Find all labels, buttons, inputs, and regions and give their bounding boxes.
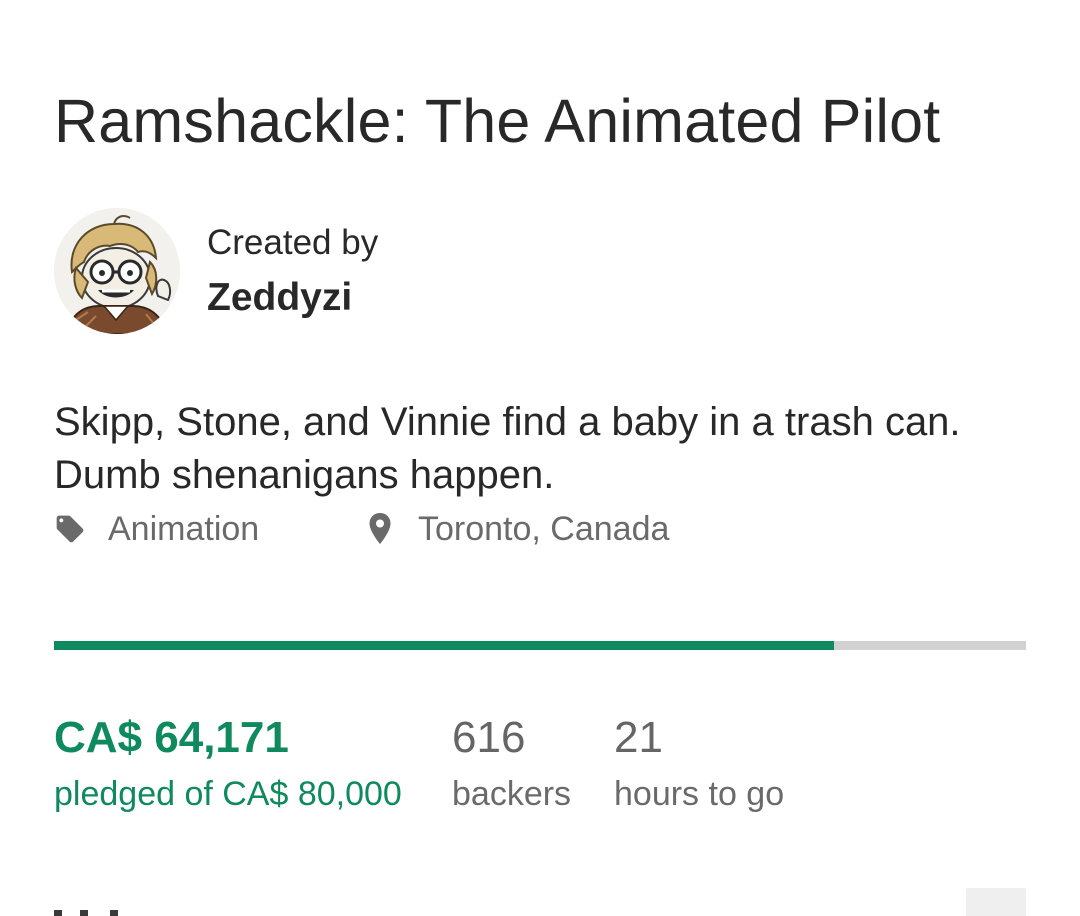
pledged-stat: CA$ 64,171 pledged of CA$ 80,000 bbox=[54, 712, 402, 816]
funding-progress-bar bbox=[54, 641, 1026, 650]
next-section-badge-partial bbox=[966, 888, 1026, 916]
pledged-goal-label: pledged of CA$ 80,000 bbox=[54, 775, 402, 813]
avatar-illustration bbox=[54, 208, 180, 334]
project-title: Ramshackle: The Animated Pilot bbox=[54, 87, 941, 155]
location-pin-icon bbox=[368, 512, 392, 546]
backers-count: 616 bbox=[452, 713, 526, 762]
pledged-amount: CA$ 64,171 bbox=[54, 713, 289, 762]
time-left-count: 21 bbox=[614, 713, 663, 762]
time-left-stat: 21 hours to go bbox=[614, 712, 784, 816]
creator-avatar[interactable] bbox=[54, 208, 180, 334]
category-link[interactable]: Animation bbox=[54, 508, 259, 550]
category-label: Animation bbox=[108, 509, 260, 548]
creator-name-link[interactable]: Zeddyzi bbox=[207, 276, 378, 320]
project-blurb: Skipp, Stone, and Vinnie find a baby in … bbox=[54, 400, 961, 497]
next-section-heading-partial bbox=[54, 896, 144, 916]
backers-label: backers bbox=[452, 775, 572, 813]
tag-icon bbox=[54, 513, 86, 545]
backers-stat: 616 backers bbox=[452, 712, 571, 816]
creator-text: Created by Zeddyzi bbox=[207, 222, 378, 320]
creator-block[interactable]: Created by Zeddyzi bbox=[54, 208, 378, 334]
created-by-label: Created by bbox=[207, 223, 379, 262]
location-label: Toronto, Canada bbox=[418, 509, 670, 548]
project-page: Ramshackle: The Animated Pilot Created b… bbox=[0, 0, 1080, 916]
location-link[interactable]: Toronto, Canada bbox=[368, 508, 669, 550]
time-left-label: hours to go bbox=[614, 775, 785, 813]
funding-progress-fill bbox=[54, 641, 834, 650]
